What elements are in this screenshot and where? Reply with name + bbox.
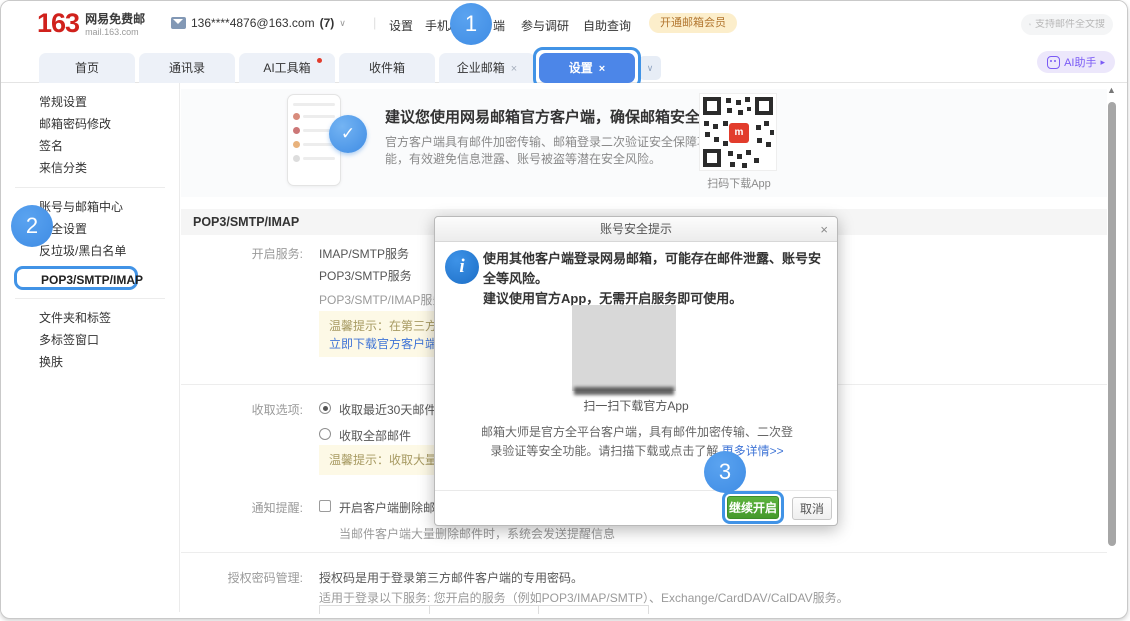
tab-home[interactable]: 首页 bbox=[39, 53, 135, 83]
qr-caption: 扫码下载App bbox=[689, 175, 789, 191]
logo-163[interactable]: 163 网易免费邮 mail.163.com bbox=[37, 8, 145, 39]
tab-bar: 首页 通讯录 AI工具箱 收件箱 企业邮箱× 设置× ∨ AI助手 ▸ bbox=[1, 47, 1127, 83]
service-imap-smtp: IMAP/SMTP服务 bbox=[319, 245, 409, 262]
download-client-link[interactable]: 立即下载官方客户端 > bbox=[329, 337, 447, 351]
account-switcher[interactable]: 136****4876@163.com (7) ∨ bbox=[171, 16, 346, 30]
close-tab-icon[interactable]: × bbox=[599, 63, 605, 75]
scrollbar: ▲ bbox=[1105, 85, 1119, 610]
annotation-step-3: 3 bbox=[704, 451, 746, 493]
sidebar-item-general[interactable]: 常规设置 bbox=[1, 91, 179, 113]
radio-fetch-all[interactable] bbox=[319, 428, 331, 440]
vip-badge[interactable]: 开通邮箱会员 bbox=[649, 13, 737, 33]
dialog-title-bar: 账号安全提示 × bbox=[435, 217, 837, 242]
annotation-outline-confirm-button: 继续开启 bbox=[722, 491, 784, 524]
unread-count: (7) bbox=[320, 16, 335, 30]
chevron-down-icon: ∨ bbox=[339, 18, 346, 29]
tab-ai-toolbox[interactable]: AI工具箱 bbox=[239, 53, 335, 83]
sidebar-item-mail-classify[interactable]: 来信分类 bbox=[1, 157, 179, 179]
mail-window: 163 网易免费邮 mail.163.com 136****4876@163.c… bbox=[0, 0, 1128, 619]
sidebar-item-multitab[interactable]: 多标签窗口 bbox=[1, 329, 179, 351]
ai-assistant-icon bbox=[1047, 56, 1060, 69]
account-security-dialog: 账号安全提示 × i 使用其他客户端登录网易邮箱，可能存在邮件泄露、账号安全等风… bbox=[434, 216, 838, 526]
fetch-tip-text: 温馨提示：收取大量 bbox=[329, 453, 437, 467]
settings-sidebar: 常规设置 邮箱密码修改 签名 来信分类 账号与邮箱中心 安全设置 反垃圾/黑白名… bbox=[1, 83, 180, 612]
nav-settings-link[interactable]: 设置 bbox=[389, 17, 413, 34]
official-client-banner: ✓ 建议您使用网易邮箱官方客户端，确保邮箱安全 官方客户端具有邮件加密传输、邮箱… bbox=[181, 89, 1107, 197]
header-divider: | bbox=[373, 15, 376, 30]
notify-row-label: 通知提醒: bbox=[181, 499, 303, 516]
fetch-row-label: 收取选项: bbox=[181, 401, 303, 418]
service-row-label: 开启服务: bbox=[181, 245, 303, 262]
ai-assistant-button[interactable]: AI助手 ▸ bbox=[1037, 51, 1115, 73]
radio-fetch-30days[interactable] bbox=[319, 402, 331, 414]
confirm-open-button[interactable]: 继续开启 bbox=[727, 496, 779, 519]
account-email: 136****4876@163.com bbox=[191, 16, 315, 30]
service-pop3-smtp-imap: POP3/SMTP/IMAP服务 bbox=[319, 291, 444, 308]
sidebar-item-signature[interactable]: 签名 bbox=[1, 135, 179, 157]
annotation-step-2: 2 bbox=[11, 205, 53, 247]
banner-title: 建议您使用网易邮箱官方客户端，确保邮箱安全 bbox=[385, 106, 700, 127]
mail-icon bbox=[171, 17, 186, 29]
arrow-right-icon: ▸ bbox=[1100, 57, 1105, 68]
auth-line1: 授权码是用于登录第三方邮件客户端的专用密码。 bbox=[319, 569, 583, 586]
header: 163 网易免费邮 mail.163.com 136****4876@163.c… bbox=[1, 1, 1127, 47]
sidebar-item-skin[interactable]: 换肤 bbox=[1, 351, 179, 373]
search-icon bbox=[1029, 19, 1031, 30]
scrollbar-thumb[interactable] bbox=[1108, 102, 1116, 546]
tab-dropdown-button[interactable]: ∨ bbox=[639, 56, 661, 80]
search-input[interactable] bbox=[1035, 19, 1105, 30]
sidebar-divider bbox=[15, 298, 165, 299]
tab-enterprise-mail[interactable]: 企业邮箱× bbox=[439, 53, 535, 83]
info-icon: i bbox=[445, 250, 479, 284]
notify-note: 当邮件客户端大量删除邮件时，系统会发送提醒信息 bbox=[339, 525, 615, 542]
auth-line2: 适用于登录以下服务: 您开启的服务（例如POP3/IMAP/SMTP）、Exch… bbox=[319, 589, 849, 606]
dialog-qr-placeholder bbox=[572, 305, 676, 391]
checkbox-delete-remind-label: 开启客户端删除邮件 bbox=[339, 499, 447, 516]
banner-description: 官方客户端具有邮件加密传输、邮箱登录二次验证安全保障功能，有效避免信息泄露、账号… bbox=[385, 134, 717, 168]
sidebar-item-pop3-smtp-imap[interactable]: POP3/SMTP/IMAP bbox=[14, 266, 138, 290]
fetch-30days-label: 收取最近30天邮件 bbox=[339, 401, 436, 418]
fetch-all-label: 收取全部邮件 bbox=[339, 427, 411, 444]
auth-table-stub bbox=[319, 605, 649, 614]
checkbox-delete-remind[interactable] bbox=[319, 500, 331, 512]
logo-domain: mail.163.com bbox=[85, 27, 145, 37]
sidebar-item-folders-tags[interactable]: 文件夹和标签 bbox=[1, 307, 179, 329]
tab-inbox[interactable]: 收件箱 bbox=[339, 53, 435, 83]
redacted-text bbox=[574, 387, 674, 395]
close-tab-icon[interactable]: × bbox=[511, 63, 517, 75]
tab-contacts[interactable]: 通讯录 bbox=[139, 53, 235, 83]
dialog-message: 使用其他客户端登录网易邮箱，可能存在邮件泄露、账号安全等风险。 建议使用官方Ap… bbox=[483, 249, 827, 309]
logo-name: 网易免费邮 bbox=[85, 10, 145, 27]
dialog-paragraph: 邮箱大师是官方全平台客户端，具有邮件加密传输、二次登录验证等安全功能。请扫描下载… bbox=[477, 423, 797, 461]
nav-self-service-link[interactable]: 自助查询 bbox=[583, 17, 631, 34]
cancel-button[interactable]: 取消 bbox=[792, 497, 832, 520]
sidebar-divider bbox=[15, 187, 165, 188]
close-icon[interactable]: × bbox=[820, 217, 828, 242]
download-qr-code: m bbox=[699, 93, 777, 171]
tab-settings[interactable]: 设置× bbox=[539, 53, 635, 83]
scroll-up-arrow-icon[interactable]: ▲ bbox=[1107, 85, 1116, 95]
dialog-title: 账号安全提示 bbox=[600, 222, 672, 236]
service-pop3-smtp: POP3/SMTP服务 bbox=[319, 267, 412, 284]
nav-survey-link[interactable]: 参与调研 bbox=[521, 17, 569, 34]
annotation-step-1: 1 bbox=[450, 3, 492, 45]
sidebar-item-password[interactable]: 邮箱密码修改 bbox=[1, 113, 179, 135]
service-tip-text: 温馨提示：在第三方登 bbox=[329, 319, 449, 333]
new-badge-dot bbox=[317, 58, 322, 63]
row-divider bbox=[181, 552, 1107, 553]
auth-row-label: 授权密码管理: bbox=[181, 569, 303, 586]
search-box[interactable] bbox=[1021, 14, 1113, 35]
dialog-qr-caption: 扫一扫下载官方App bbox=[435, 397, 837, 414]
shield-check-icon: ✓ bbox=[329, 115, 367, 153]
mail-master-logo: m bbox=[729, 123, 749, 143]
logo-163-number: 163 bbox=[37, 8, 79, 39]
